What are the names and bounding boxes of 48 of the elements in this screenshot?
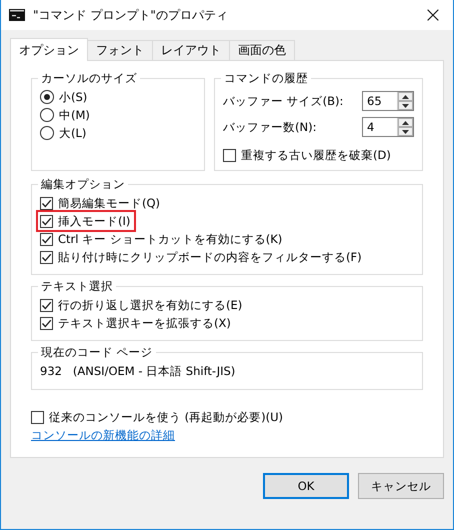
dialog-button[interactable]: キャンセル bbox=[358, 473, 444, 499]
radio-label: 中(M) bbox=[59, 108, 90, 122]
spin-up-button[interactable] bbox=[398, 92, 413, 101]
group-title: カーソルのサイズ bbox=[40, 71, 138, 86]
radio-label: 小(S) bbox=[59, 90, 88, 104]
checkbox-label: Ctrl キー ショートカットを有効にする(K) bbox=[58, 232, 282, 246]
checkbox[interactable] bbox=[223, 148, 236, 162]
group-title: 現在のコード ページ bbox=[40, 345, 154, 360]
tab[interactable]: オプション bbox=[10, 38, 88, 61]
up-arrow-icon bbox=[402, 94, 409, 98]
field-label: バッファー サイズ(B): bbox=[223, 94, 344, 108]
window-title: "コマンド プロンプト"のプロパティ bbox=[33, 6, 229, 24]
number-field[interactable]: 65 bbox=[362, 91, 414, 111]
checkbox-label: 従来のコンソールを使う (再起動が必要)(U) bbox=[49, 410, 284, 424]
checkbox-label: 貼り付け時にクリップボードの内容をフィルターする(F) bbox=[58, 250, 362, 264]
help-link[interactable]: コンソールの新機能の詳細 bbox=[31, 428, 175, 443]
close-button[interactable]: × bbox=[413, 0, 453, 30]
radio-button[interactable] bbox=[40, 108, 54, 122]
checkbox[interactable] bbox=[40, 232, 53, 246]
checkbox-label: 行の折り返し選択を有効にする(E) bbox=[58, 298, 242, 312]
spin-down-button[interactable] bbox=[398, 127, 413, 136]
checkbox[interactable] bbox=[40, 316, 53, 330]
checkbox-label: 簡易編集モード(Q) bbox=[58, 196, 160, 210]
tab[interactable]: 画面の色 bbox=[229, 40, 295, 60]
checkbox[interactable] bbox=[40, 196, 53, 210]
checkbox-label: 重複する古い履歴を破棄(D) bbox=[241, 148, 391, 162]
checkbox[interactable] bbox=[40, 298, 53, 312]
checkbox-label: 挿入モード(I) bbox=[58, 214, 130, 228]
group-title: 編集オプション bbox=[40, 177, 126, 192]
checkbox[interactable] bbox=[40, 250, 53, 264]
spin-down-button[interactable] bbox=[398, 101, 413, 110]
radio-button[interactable] bbox=[40, 126, 54, 140]
dialog-button[interactable]: OK bbox=[263, 473, 349, 499]
group-title: コマンドの履歴 bbox=[223, 71, 309, 86]
code-page-value: 932 (ANSI/OEM - 日本語 Shift-JIS) bbox=[40, 363, 236, 379]
radio-label: 大(L) bbox=[59, 126, 86, 140]
field-label: バッファー数(N): bbox=[223, 120, 316, 134]
number-field[interactable]: 4 bbox=[362, 117, 414, 137]
down-arrow-icon bbox=[402, 130, 409, 134]
checkbox-label: テキスト選択キーを拡張する(X) bbox=[58, 316, 231, 330]
checkbox[interactable] bbox=[40, 214, 53, 228]
down-arrow-icon bbox=[402, 104, 409, 108]
radio-button[interactable] bbox=[40, 90, 54, 104]
spin-up-button[interactable] bbox=[398, 118, 413, 127]
console-icon bbox=[9, 9, 25, 21]
up-arrow-icon bbox=[402, 120, 409, 124]
group-title: テキスト選択 bbox=[40, 279, 114, 294]
checkbox[interactable] bbox=[31, 410, 44, 424]
